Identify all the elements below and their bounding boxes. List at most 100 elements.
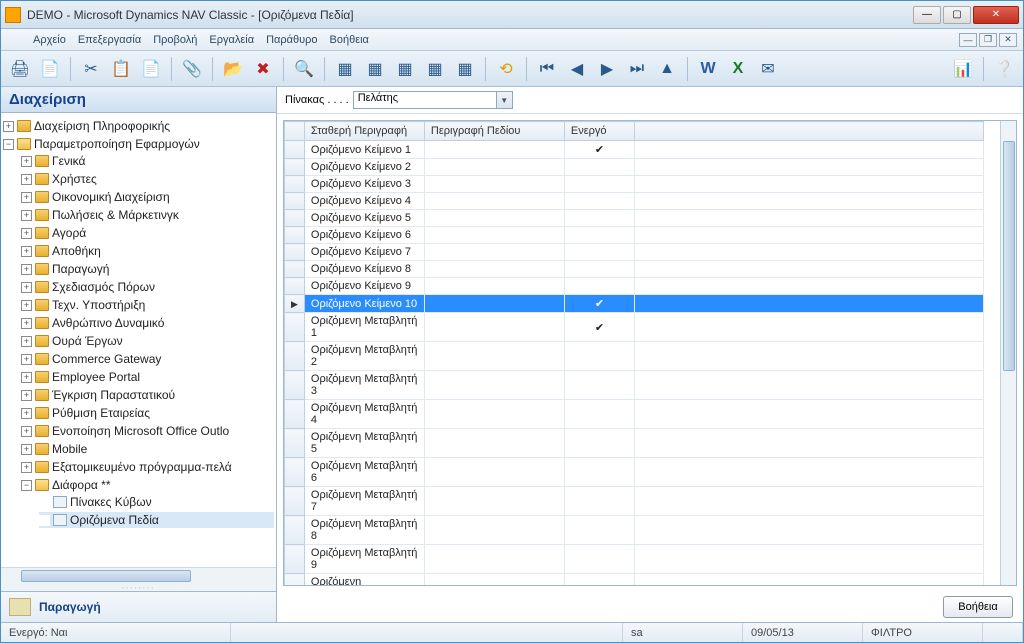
table2-icon[interactable]: ▦ <box>362 56 388 82</box>
table-row[interactable]: Οριζόμενη Μεταβλητή 2 <box>285 342 984 371</box>
cell-static-desc[interactable]: Οριζόμενο Κείμενο 6 <box>304 227 424 244</box>
tree-item-label[interactable]: Διάφορα ** <box>52 478 111 492</box>
table-row[interactable]: Οριζόμενο Κείμενο 8 <box>285 261 984 278</box>
row-header[interactable] <box>285 429 305 458</box>
cell-static-desc[interactable]: Οριζόμενο Κείμενο 9 <box>304 278 424 295</box>
first-icon[interactable]: ⏮ <box>534 56 560 82</box>
navbar-tab-production[interactable]: Παραγωγή <box>1 591 276 622</box>
table-row[interactable]: Οριζόμενη Μεταβλητή 6 <box>285 458 984 487</box>
cell-static-desc[interactable]: Οριζόμενο Κείμενο 8 <box>304 261 424 278</box>
cell-static-desc[interactable]: Οριζόμενη Μεταβλητή 8 <box>304 516 424 545</box>
cell-static-desc[interactable]: Οριζόμενη Μεταβλητή 5 <box>304 429 424 458</box>
row-header[interactable] <box>285 545 305 574</box>
menu-tools[interactable]: Εργαλεία <box>209 34 254 46</box>
cell-active[interactable] <box>564 487 634 516</box>
grid[interactable]: Σταθερή Περιγραφή Περιγραφή Πεδίου Ενεργ… <box>283 120 1017 586</box>
cell-field-desc[interactable] <box>424 400 564 429</box>
table-row[interactable]: Οριζόμενη Μεταβλητή 3 <box>285 371 984 400</box>
table-row[interactable]: Οριζόμενο Κείμενο 4 <box>285 193 984 210</box>
cell-active[interactable] <box>564 227 634 244</box>
splitter-gripper[interactable]: ∙∙∙∙∙∙∙∙ <box>1 583 276 591</box>
col-field-desc[interactable]: Περιγραφή Πεδίου <box>424 122 564 141</box>
tree-item-label[interactable]: Mobile <box>52 442 87 456</box>
cell-field-desc[interactable] <box>424 342 564 371</box>
table-row[interactable]: Οριζόμενο Κείμενο 1✔ <box>285 141 984 159</box>
mdi-restore-button[interactable]: ❐ <box>979 33 997 47</box>
col-static-desc[interactable]: Σταθερή Περιγραφή <box>304 122 424 141</box>
cell-field-desc[interactable] <box>424 159 564 176</box>
row-header[interactable] <box>285 210 305 227</box>
table3-icon[interactable]: ▦ <box>392 56 418 82</box>
col-rowhdr[interactable] <box>285 122 305 141</box>
tree-item-label[interactable]: Χρήστες <box>52 172 97 186</box>
table4-icon[interactable]: ▦ <box>422 56 448 82</box>
close-button[interactable]: ✕ <box>973 6 1019 24</box>
table-filter-dropdown[interactable]: Πελάτης ▼ <box>353 91 513 109</box>
cell-field-desc[interactable] <box>424 193 564 210</box>
tree-expander[interactable]: − <box>21 480 32 491</box>
attach-icon[interactable]: 📎 <box>179 56 205 82</box>
table-row[interactable]: Οριζόμενη Μεταβλητή 1✔ <box>285 313 984 342</box>
tree-expander[interactable]: + <box>21 300 32 311</box>
cell-static-desc[interactable]: Οριζόμενη Μεταβλητή 9 <box>304 545 424 574</box>
cell-static-desc[interactable]: Οριζόμενη Μεταβλητή 2 <box>304 342 424 371</box>
cell-active[interactable] <box>564 244 634 261</box>
sidebar-hscroll[interactable] <box>1 567 276 583</box>
cell-active[interactable] <box>564 278 634 295</box>
mdi-close-button[interactable]: ✕ <box>999 33 1017 47</box>
preview-icon[interactable]: 📄 <box>37 56 63 82</box>
table-row[interactable]: Οριζόμενη Μεταβλητή 9 <box>285 545 984 574</box>
prev-icon[interactable]: ◀ <box>564 56 590 82</box>
cell-active[interactable] <box>564 371 634 400</box>
table5-icon[interactable]: ▦ <box>452 56 478 82</box>
tree-expander[interactable]: + <box>21 264 32 275</box>
tree-item-label[interactable]: Διαχείριση Πληροφορικής <box>34 119 170 133</box>
tree-item-label[interactable]: Commerce Gateway <box>52 352 161 366</box>
delete-icon[interactable]: ✖ <box>250 56 276 82</box>
tree-item-label[interactable]: Αγορά <box>52 226 86 240</box>
row-header[interactable] <box>285 159 305 176</box>
cell-active[interactable]: ✔ <box>564 141 634 159</box>
copy-icon[interactable]: 📋 <box>108 56 134 82</box>
paste-icon[interactable]: 📄 <box>138 56 164 82</box>
tree-item-label[interactable]: Ρύθμιση Εταιρείας <box>52 406 150 420</box>
cell-active[interactable] <box>564 342 634 371</box>
menu-edit[interactable]: Επεξεργασία <box>78 34 141 46</box>
cell-active[interactable] <box>564 176 634 193</box>
cell-field-desc[interactable] <box>424 210 564 227</box>
tree-item-label[interactable]: Εξατομικευμένο πρόγραμμα-πελά <box>52 460 232 474</box>
tree-item-label[interactable]: Ανθρώπινο Δυναμικό <box>52 316 164 330</box>
table-row[interactable]: Οριζόμενη Μεταβλητή 4 <box>285 400 984 429</box>
tree-item-label[interactable]: Τεχν. Υποστήριξη <box>52 298 145 312</box>
last-icon[interactable]: ⏭ <box>624 56 650 82</box>
cell-active[interactable] <box>564 429 634 458</box>
cell-field-desc[interactable] <box>424 278 564 295</box>
tree-expander[interactable]: + <box>21 156 32 167</box>
tree-view[interactable]: +Διαχείριση Πληροφορικής−Παραμετροποίηση… <box>1 113 276 567</box>
tree-item-label[interactable]: Οριζόμενα Πεδία <box>70 513 159 527</box>
cell-static-desc[interactable]: Οριζόμενη Μεταβλητή 3 <box>304 371 424 400</box>
tree-item-label[interactable]: Πωλήσεις & Μάρκετινγκ <box>52 208 179 222</box>
open-icon[interactable]: 📂 <box>220 56 246 82</box>
tree-item-label[interactable]: Employee Portal <box>52 370 140 384</box>
table-row[interactable]: Οριζόμενο Κείμενο 3 <box>285 176 984 193</box>
tree-expander[interactable]: + <box>21 390 32 401</box>
maximize-button[interactable]: ▢ <box>943 6 971 24</box>
cell-active[interactable] <box>564 261 634 278</box>
tree-expander[interactable]: + <box>21 372 32 383</box>
tree-expander[interactable] <box>39 497 50 508</box>
row-header[interactable] <box>285 227 305 244</box>
row-header[interactable] <box>285 176 305 193</box>
row-header[interactable] <box>285 574 305 586</box>
tree-item-label[interactable]: Οικονομική Διαχείριση <box>52 190 170 204</box>
tree-item-label[interactable]: Ενοποίηση Microsoft Office Outlo <box>52 424 229 438</box>
tree-expander[interactable]: + <box>21 246 32 257</box>
tree-expander[interactable]: − <box>3 139 14 150</box>
row-header[interactable] <box>285 516 305 545</box>
table-row[interactable]: Οριζόμενη Μεταβλητ... <box>285 574 984 586</box>
cell-static-desc[interactable]: Οριζόμενη Μεταβλητή 1 <box>304 313 424 342</box>
cell-field-desc[interactable] <box>424 176 564 193</box>
tree-expander[interactable]: + <box>21 444 32 455</box>
cell-field-desc[interactable] <box>424 261 564 278</box>
table1-icon[interactable]: ▦ <box>332 56 358 82</box>
